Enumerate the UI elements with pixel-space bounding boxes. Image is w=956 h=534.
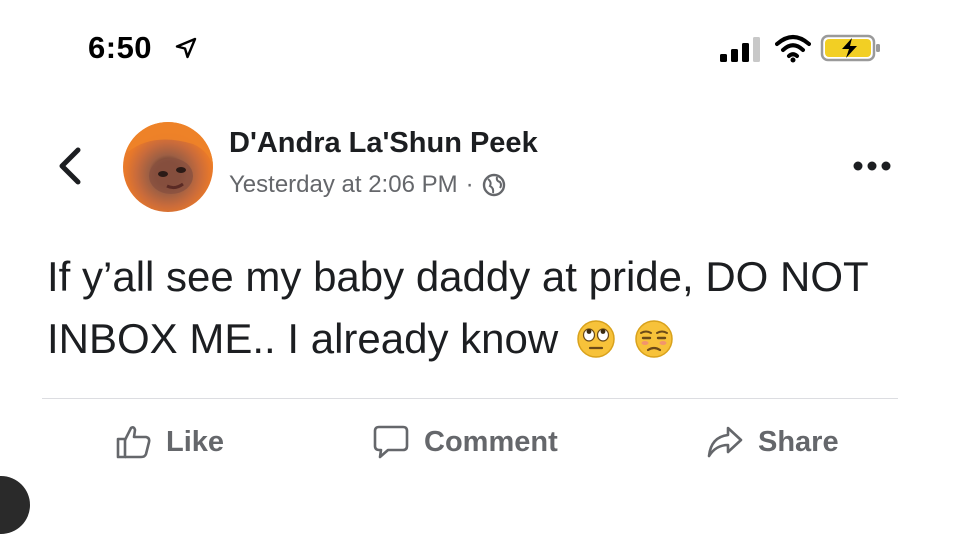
post-text: If y’all see my baby daddy at pride, DO … <box>47 253 868 362</box>
avatar-portrait <box>123 122 213 194</box>
like-button[interactable]: Like <box>114 420 224 464</box>
comment-label: Comment <box>424 425 558 458</box>
share-button[interactable]: Share <box>706 420 839 464</box>
author-name[interactable]: D'Andra La'Shun Peek <box>229 127 538 160</box>
status-time: 6:50 <box>88 30 153 65</box>
post-meta: Yesterday at 2:06 PM · <box>229 170 506 200</box>
more-horizontal-icon[interactable] <box>852 158 892 174</box>
battery-charging-icon <box>820 34 880 62</box>
wifi-icon <box>775 35 811 63</box>
comment-button[interactable]: Comment <box>372 420 558 464</box>
globe-icon <box>482 173 505 197</box>
post-timestamp[interactable]: Yesterday at 2:06 PM <box>229 171 458 199</box>
face-with-rolling-eyes-icon <box>577 320 615 358</box>
back-chevron-icon[interactable] <box>56 146 84 186</box>
unamused-face-icon <box>634 320 673 358</box>
like-label: Like <box>166 425 225 458</box>
share-arrow-icon <box>707 426 743 458</box>
share-label: Share <box>758 425 839 458</box>
post-body: If y’all see my baby daddy at pride, DO … <box>47 246 927 370</box>
action-divider <box>42 398 898 399</box>
thumbs-up-icon <box>116 426 151 459</box>
meta-separator: · <box>465 171 474 198</box>
corner-overlay <box>0 476 30 534</box>
comment-bubble-icon <box>373 425 409 459</box>
location-arrow-icon <box>175 37 197 59</box>
cellular-signal-icon <box>720 37 760 62</box>
author-avatar[interactable] <box>123 122 213 212</box>
status-bar: 6:50 <box>0 0 956 100</box>
